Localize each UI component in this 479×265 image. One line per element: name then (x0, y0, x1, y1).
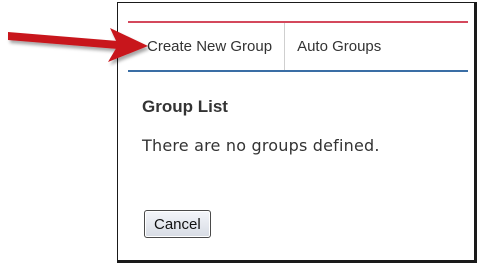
group-list-title: Group List (142, 97, 228, 116)
annotation-arrow-icon (8, 28, 148, 62)
dialog-frame: Create New Group Auto Groups Group List … (117, 2, 477, 263)
cancel-button[interactable]: Cancel (144, 210, 211, 238)
tab-bar: Create New Group Auto Groups (128, 23, 468, 72)
group-list-empty-message: There are no groups defined. (142, 136, 380, 155)
screenshot-stage: Create New Group Auto Groups Group List … (0, 0, 479, 265)
tab-auto-groups[interactable]: Auto Groups (285, 23, 393, 70)
